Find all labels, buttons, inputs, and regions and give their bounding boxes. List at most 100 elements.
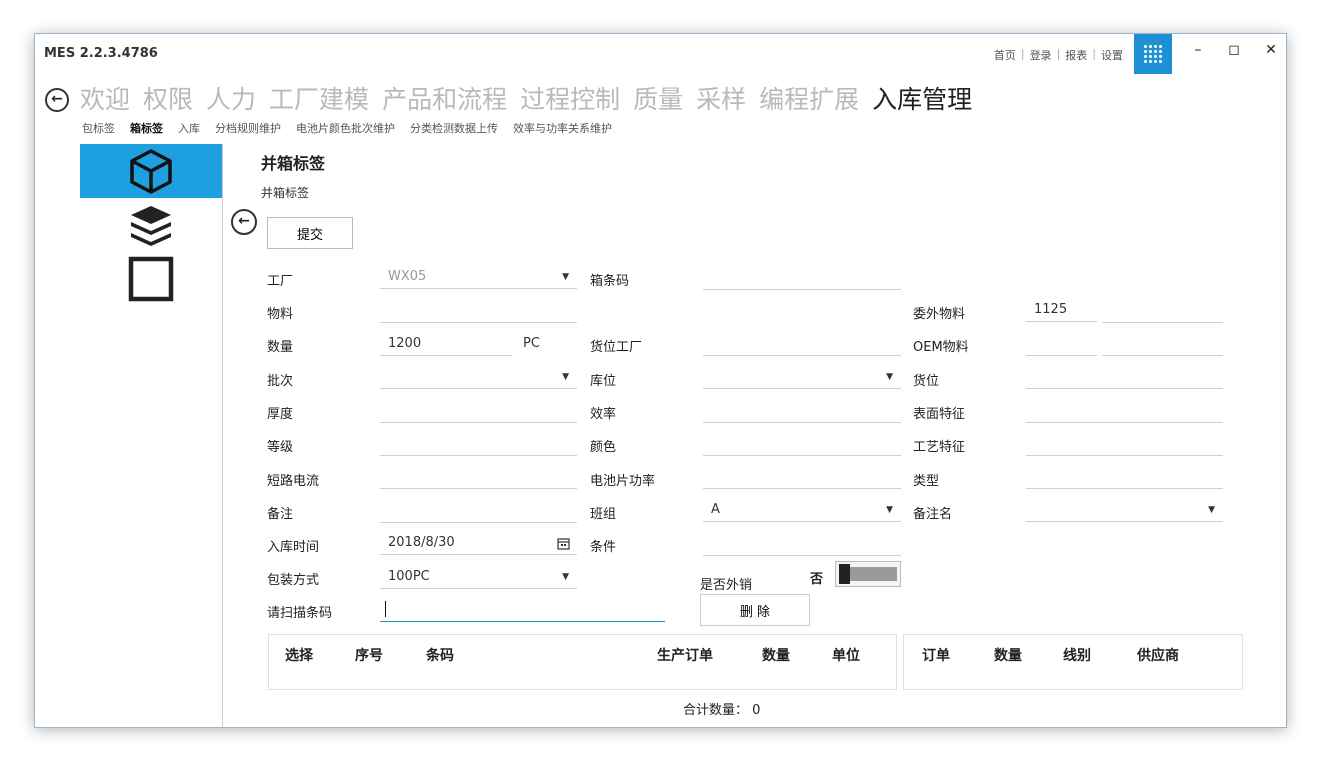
sub-tabs: 包标签 箱标签 入库 分档规则维护 电池片颜色批次维护 分类检测数据上传 效率与… xyxy=(82,120,627,136)
batch-select[interactable]: ▼ xyxy=(380,367,577,389)
box-barcode-field[interactable] xyxy=(703,268,901,290)
app-grid-button[interactable] xyxy=(1134,34,1172,74)
calendar-icon[interactable] xyxy=(557,537,570,550)
subtab-cell-color-batch[interactable]: 电池片颜色批次维护 xyxy=(296,120,395,136)
quantity-field[interactable]: 1200 xyxy=(380,334,512,356)
batch-label: 批次 xyxy=(267,374,294,389)
module-hr[interactable]: 人力 xyxy=(206,80,256,116)
box-barcode-label: 箱条码 xyxy=(590,274,630,289)
subtab-grading-rules[interactable]: 分档规则维护 xyxy=(215,120,281,136)
back-arrow-icon[interactable]: ← xyxy=(45,88,69,112)
thickness-field[interactable] xyxy=(380,401,577,423)
factory-label: 工厂 xyxy=(267,274,294,289)
submit-button[interactable]: 提交 xyxy=(267,217,353,249)
process-label: 工艺特征 xyxy=(913,440,966,455)
condition-field[interactable] xyxy=(703,534,901,556)
surface-label: 表面特征 xyxy=(913,407,966,422)
col-select: 选择 xyxy=(285,648,313,664)
in-time-label: 入库时间 xyxy=(267,540,320,555)
color-field[interactable] xyxy=(703,434,901,456)
module-quality[interactable]: 质量 xyxy=(633,80,683,116)
location-factory-field[interactable] xyxy=(703,334,901,356)
top-links: 首页 | 登录 | 报表 | 设置 xyxy=(989,47,1128,63)
col-production-order: 生产订单 xyxy=(657,648,713,664)
layers-icon xyxy=(131,206,171,246)
remark-name-select[interactable]: ▼ xyxy=(1026,500,1223,522)
module-sampling[interactable]: 采样 xyxy=(696,80,746,116)
col-quantity: 数量 xyxy=(762,648,790,664)
process-field[interactable] xyxy=(1026,434,1223,456)
toggle-thumb[interactable] xyxy=(839,564,850,584)
outsource-material-field-2[interactable] xyxy=(1102,301,1223,323)
in-time-datepicker[interactable]: 2018/8/30 xyxy=(380,533,577,555)
remark-field[interactable] xyxy=(380,501,577,523)
grade-label: 等级 xyxy=(267,440,294,455)
login-link[interactable]: 登录 xyxy=(1025,47,1057,63)
warehouse-select[interactable]: ▼ xyxy=(703,367,901,389)
col-order-quantity: 数量 xyxy=(994,648,1022,664)
col-order: 订单 xyxy=(922,648,950,664)
export-toggle-label: 否 xyxy=(810,572,824,587)
module-product-flow[interactable]: 产品和流程 xyxy=(382,80,507,116)
in-time-value: 2018/8/30 xyxy=(388,535,455,550)
export-toggle[interactable] xyxy=(835,561,901,587)
title-bar: MES 2.2.3.4786 首页 | 登录 | 报表 | 设置 – ◻ ✕ xyxy=(35,34,1286,74)
col-index: 序号 xyxy=(355,648,383,664)
oem-material-field-2[interactable] xyxy=(1102,334,1223,356)
material-field[interactable] xyxy=(380,301,577,323)
maximize-button[interactable]: ◻ xyxy=(1224,42,1244,58)
remark-name-label: 备注名 xyxy=(913,507,953,522)
efficiency-field[interactable] xyxy=(703,401,901,423)
subtab-package-label[interactable]: 包标签 xyxy=(82,120,115,136)
surface-field[interactable] xyxy=(1026,401,1223,423)
scan-input[interactable] xyxy=(380,598,665,622)
oem-material-field[interactable] xyxy=(1026,334,1097,356)
module-programming[interactable]: 编程扩展 xyxy=(759,80,859,116)
col-barcode: 条码 xyxy=(426,648,454,664)
material-label: 物料 xyxy=(267,307,294,322)
nav-stack-button[interactable] xyxy=(80,198,222,252)
dropdown-arrow-icon: ▼ xyxy=(886,505,893,515)
toggle-track xyxy=(849,567,897,581)
grade-field[interactable] xyxy=(380,434,577,456)
cell-power-label: 电池片功率 xyxy=(590,474,656,489)
module-welcome[interactable]: 欢迎 xyxy=(80,80,130,116)
type-field[interactable] xyxy=(1026,467,1223,489)
short-current-field[interactable] xyxy=(380,467,577,489)
cell-power-field[interactable] xyxy=(703,467,901,489)
module-factory-modeling[interactable]: 工厂建模 xyxy=(269,80,369,116)
total-value: 0 xyxy=(752,703,761,718)
module-process-control[interactable]: 过程控制 xyxy=(520,80,620,116)
subtab-inbound[interactable]: 入库 xyxy=(178,120,200,136)
short-current-label: 短路电流 xyxy=(267,474,320,489)
settings-link[interactable]: 设置 xyxy=(1096,47,1128,63)
warehouse-label: 库位 xyxy=(590,374,617,389)
delete-button[interactable]: 删 除 xyxy=(700,594,810,626)
location-field[interactable] xyxy=(1026,367,1223,389)
subtab-classification-upload[interactable]: 分类检测数据上传 xyxy=(410,120,498,136)
app-window: MES 2.2.3.4786 首页 | 登录 | 报表 | 设置 – ◻ ✕ ← 欢迎… xyxy=(34,33,1287,728)
col-line: 线别 xyxy=(1063,648,1091,664)
nav-box-button[interactable] xyxy=(80,144,222,198)
form-title: 并箱标签 xyxy=(261,154,326,173)
outsource-material-field[interactable]: 1125 xyxy=(1026,300,1097,322)
color-label: 颜色 xyxy=(590,440,617,455)
barcode-table: 选择 序号 条码 生产订单 数量 单位 xyxy=(268,634,897,690)
type-label: 类型 xyxy=(913,474,940,489)
packing-select[interactable]: 100PC ▼ xyxy=(380,567,577,589)
team-select[interactable]: A ▼ xyxy=(703,500,901,522)
module-permission[interactable]: 权限 xyxy=(143,80,193,116)
home-link[interactable]: 首页 xyxy=(989,47,1021,63)
minimize-button[interactable]: – xyxy=(1188,42,1208,58)
subtab-efficiency-power[interactable]: 效率与功率关系维护 xyxy=(513,120,612,136)
form-back-icon[interactable]: ← xyxy=(231,209,257,235)
close-button[interactable]: ✕ xyxy=(1261,42,1281,58)
nav-square-button[interactable] xyxy=(80,252,222,306)
module-warehouse[interactable]: 入库管理 xyxy=(872,80,972,116)
text-caret xyxy=(385,601,386,617)
total-label: 合计数量： xyxy=(683,703,749,718)
dropdown-arrow-icon: ▼ xyxy=(562,372,569,382)
report-link[interactable]: 报表 xyxy=(1060,47,1092,63)
factory-select[interactable]: WX05 ▼ xyxy=(380,267,577,289)
subtab-box-label[interactable]: 箱标签 xyxy=(130,120,163,136)
